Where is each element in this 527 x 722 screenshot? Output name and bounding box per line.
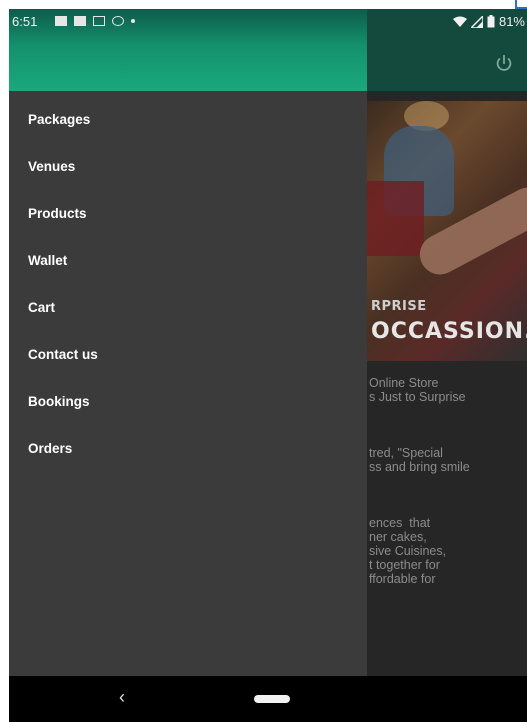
- signal-icon: [470, 15, 483, 28]
- drawer-menu: Packages Venues Products Wallet Cart Con…: [9, 107, 367, 483]
- wifi-icon: [452, 16, 467, 27]
- drawer-item-packages[interactable]: Packages: [9, 107, 367, 154]
- dot-icon: [131, 19, 135, 23]
- drawer-item-products[interactable]: Products: [9, 201, 367, 248]
- phone-screen: RPRISE OCCASSION. Online Store s Just to…: [9, 9, 527, 722]
- background-paragraph-2: tred, "Special ss and bring smile: [369, 446, 470, 474]
- system-icons: 81%: [452, 14, 525, 29]
- power-icon[interactable]: [493, 53, 515, 75]
- drawer-item-wallet[interactable]: Wallet: [9, 248, 367, 295]
- app-icon: [93, 16, 105, 26]
- hero-tagline-main: OCCASSION.: [371, 319, 527, 344]
- status-time: 6:51: [12, 14, 38, 29]
- drawer-item-cart[interactable]: Cart: [9, 295, 367, 342]
- top-edge-accent: [0, 0, 527, 9]
- back-button[interactable]: ‹: [119, 688, 125, 706]
- background-paragraph-3: ences that ner cakes, sive Cuisines, t t…: [369, 516, 447, 586]
- status-bar: 6:51 81%: [9, 9, 527, 33]
- home-pill-button[interactable]: [254, 695, 290, 703]
- system-navigation-bar: ‹: [9, 676, 527, 722]
- drawer-item-contact-us[interactable]: Contact us: [9, 342, 367, 389]
- background-paragraph-1: Online Store s Just to Surprise: [369, 376, 466, 404]
- blue-line-fragment: [515, 0, 527, 9]
- navigation-drawer: Packages Venues Products Wallet Cart Con…: [9, 9, 367, 676]
- drawer-item-venues[interactable]: Venues: [9, 154, 367, 201]
- hero-tagline-top: RPRISE: [371, 299, 427, 314]
- message-icon: [55, 16, 67, 26]
- battery-percent: 81%: [498, 14, 525, 29]
- network-icon: [112, 16, 124, 26]
- calendar-icon: [74, 16, 86, 26]
- battery-icon: [487, 15, 495, 28]
- drawer-item-orders[interactable]: Orders: [9, 436, 367, 483]
- drawer-item-bookings[interactable]: Bookings: [9, 389, 367, 436]
- notification-icons: [55, 16, 135, 26]
